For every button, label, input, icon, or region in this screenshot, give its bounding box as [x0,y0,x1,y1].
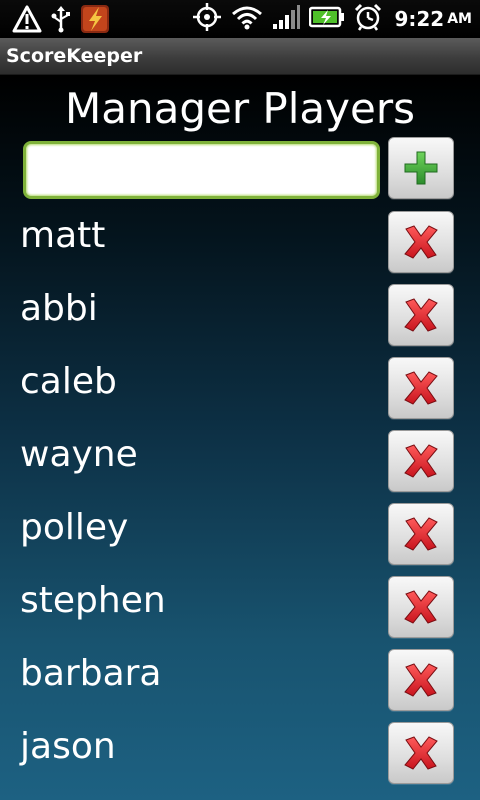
player-list: matt abbi caleb wayne polley stephen barbara ja… [0,211,480,795]
player-name: stephen [20,580,166,621]
usb-icon [50,5,72,37]
battery-charging-icon [309,6,345,32]
red-x-icon [404,444,438,478]
player-row: stephen [0,576,480,649]
manage-players-screen: Manager Players matt abbi caleb wayne polley… [0,75,480,800]
player-name: caleb [20,361,117,402]
app-title-bar: ScoreKeeper [0,38,480,75]
red-x-icon [404,371,438,405]
plus-icon [404,151,438,185]
player-name-input[interactable] [23,141,380,199]
remove-player-button[interactable] [388,211,454,273]
status-ampm: AM [447,11,472,27]
player-name: barbara [20,653,162,694]
app-title: ScoreKeeper [6,45,143,67]
player-row: barbara [0,649,480,722]
page-title: Manager Players [64,84,416,133]
remove-player-button[interactable] [388,722,454,784]
add-player-button[interactable] [388,137,454,199]
player-name: polley [20,507,129,548]
player-row: jason [0,722,480,795]
gps-icon [192,2,222,36]
red-x-icon [404,590,438,624]
remove-player-button[interactable] [388,430,454,492]
remove-player-button[interactable] [388,503,454,565]
player-name: matt [20,215,106,256]
player-row: wayne [0,430,480,503]
wifi-icon [231,4,263,34]
status-bar: 9:22 AM [0,0,480,38]
player-name: jason [20,726,116,767]
remove-player-button[interactable] [388,649,454,711]
signal-strength-icon [272,4,301,34]
red-x-icon [404,517,438,551]
red-x-icon [404,298,438,332]
player-row: caleb [0,357,480,430]
player-name: wayne [20,434,138,475]
warning-icon [12,5,42,37]
remove-player-button[interactable] [388,284,454,346]
remove-player-button[interactable] [388,357,454,419]
red-x-icon [404,663,438,697]
red-x-icon [404,736,438,770]
player-row: abbi [0,284,480,357]
status-time: 9:22 [394,7,445,31]
player-row: matt [0,211,480,284]
alarm-clock-icon [354,3,382,35]
player-row: polley [0,503,480,576]
app-notification-icon [80,4,110,38]
remove-player-button[interactable] [388,576,454,638]
red-x-icon [404,225,438,259]
player-name: abbi [20,288,98,329]
